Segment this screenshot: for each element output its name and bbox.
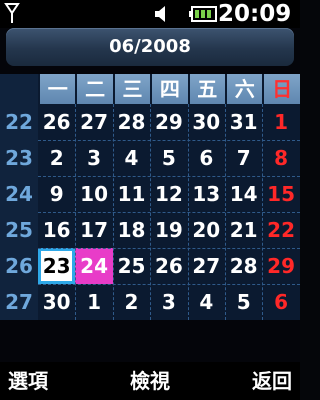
- day-cell[interactable]: 1: [75, 284, 112, 320]
- clock-time: 20:09: [218, 1, 292, 27]
- week-number: 23: [5, 146, 33, 170]
- day-cell[interactable]: 4: [113, 140, 150, 176]
- grid-line: [150, 104, 152, 320]
- weekday-label: 一: [38, 74, 75, 104]
- weekday-header: 一二三四五六日: [38, 74, 300, 104]
- grid-line: [262, 104, 264, 320]
- week-number: 26: [5, 254, 33, 278]
- weekday-label: 二: [75, 74, 112, 104]
- day-cell[interactable]: 15: [262, 176, 299, 212]
- day-cell[interactable]: 5: [225, 284, 262, 320]
- day-cell[interactable]: 2: [113, 284, 150, 320]
- day-cell[interactable]: 16: [38, 212, 75, 248]
- week-number: 27: [5, 290, 33, 314]
- back-softkey[interactable]: 返回: [252, 362, 292, 400]
- weekday-label: 四: [150, 74, 187, 104]
- month-label: 06/2008: [109, 36, 191, 57]
- calendar-grid: 一二三四五六日 22 26 27 28 29 30 31 1 23 2 3 4 5 6 7 8 24 9 10 11 1…: [0, 74, 300, 320]
- day-cell[interactable]: 8: [262, 140, 299, 176]
- day-cell[interactable]: 29: [262, 248, 299, 284]
- day-cell[interactable]: 17: [75, 212, 112, 248]
- day-cell[interactable]: 28: [225, 248, 262, 284]
- day-cell[interactable]: 31: [225, 104, 262, 140]
- week-number: 24: [5, 182, 33, 206]
- day-cell[interactable]: 23: [38, 248, 76, 284]
- day-cell[interactable]: 3: [150, 284, 187, 320]
- grid-line: [38, 284, 300, 285]
- softkey-bar: 選項 檢視 返回: [0, 362, 300, 400]
- day-cell[interactable]: 14: [225, 176, 262, 212]
- day-cell[interactable]: 30: [38, 284, 75, 320]
- signal-icon: [4, 3, 20, 23]
- day-cell[interactable]: 20: [188, 212, 225, 248]
- day-cell[interactable]: 5: [150, 140, 187, 176]
- day-cell[interactable]: 25: [113, 248, 150, 284]
- grid-line: [75, 104, 77, 320]
- day-cell[interactable]: 9: [38, 176, 75, 212]
- day-cell[interactable]: 11: [113, 176, 150, 212]
- weekday-label: 三: [112, 74, 150, 104]
- grid-line: [187, 104, 189, 320]
- day-cell[interactable]: 21: [225, 212, 262, 248]
- day-cell[interactable]: 30: [188, 104, 225, 140]
- weekday-label: 六: [225, 74, 262, 104]
- week-number: 25: [5, 218, 33, 242]
- calendar-screen: 20:09 06/2008 一二三四五六日 22 26 27 28 29 30 31 1 23 2…: [0, 0, 300, 400]
- grid-line: [38, 212, 300, 213]
- day-cell[interactable]: 3: [75, 140, 112, 176]
- battery-icon: [189, 6, 217, 22]
- grid-line: [38, 176, 300, 177]
- day-cell[interactable]: 4: [188, 284, 225, 320]
- month-header[interactable]: 06/2008: [6, 28, 294, 66]
- day-cell[interactable]: 1: [262, 104, 299, 140]
- weekday-label: 五: [187, 74, 225, 104]
- day-cell[interactable]: 7: [225, 140, 262, 176]
- day-cell[interactable]: 2: [38, 140, 75, 176]
- day-cell[interactable]: 29: [150, 104, 187, 140]
- day-cell[interactable]: 28: [113, 104, 150, 140]
- grid-line: [225, 104, 226, 320]
- day-cell[interactable]: 18: [113, 212, 150, 248]
- grid-line: [112, 104, 114, 320]
- day-cell[interactable]: 6: [262, 284, 299, 320]
- day-cell[interactable]: 10: [75, 176, 112, 212]
- day-cell[interactable]: 22: [262, 212, 299, 248]
- speaker-icon: [155, 6, 165, 22]
- day-cell[interactable]: 26: [38, 104, 75, 140]
- day-cell[interactable]: 13: [188, 176, 225, 212]
- day-cell[interactable]: 6: [188, 140, 225, 176]
- day-cell[interactable]: 27: [75, 104, 112, 140]
- day-cell[interactable]: 26: [150, 248, 187, 284]
- day-cell[interactable]: 27: [188, 248, 225, 284]
- day-cell[interactable]: 24: [75, 248, 113, 284]
- grid-line: [38, 248, 300, 249]
- grid-line: [38, 140, 300, 141]
- status-bar: 20:09: [0, 0, 300, 28]
- day-cell[interactable]: 19: [150, 212, 187, 248]
- week-number: 22: [5, 110, 33, 134]
- weekday-label: 日: [262, 74, 299, 104]
- day-cell[interactable]: 12: [150, 176, 187, 212]
